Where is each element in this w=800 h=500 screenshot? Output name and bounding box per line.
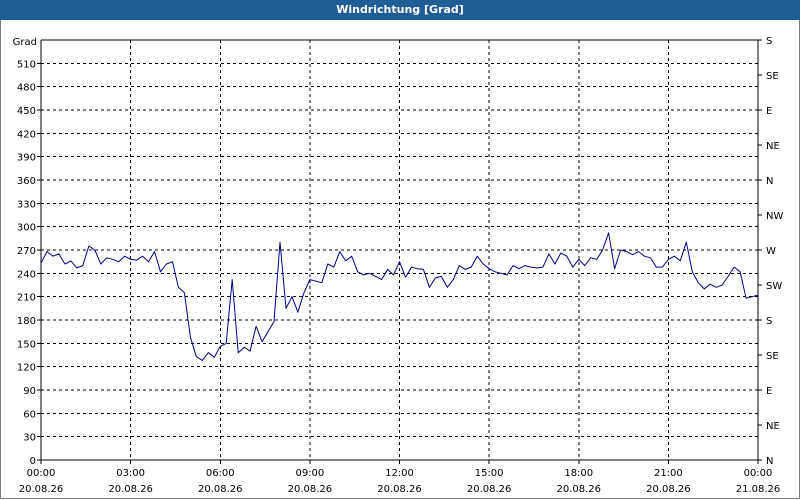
x-tick-time-label: 18:00 — [564, 468, 593, 479]
right-axis-label: SW — [766, 281, 782, 292]
wind-direction-chart: 0 30 60 90 120 150 180 210 240 270 300 330 360 390 420… — [13, 36, 784, 495]
y-tick-label: 360 — [17, 176, 36, 187]
right-axis-label: N — [766, 456, 773, 467]
chart-frame: 0 30 60 90 120 150 180 210 240 270 300 330 360 390 420… — [0, 20, 800, 499]
y-tick-label: 390 — [17, 153, 36, 164]
y-tick-label: 330 — [17, 199, 36, 210]
y-tick-label: 450 — [17, 106, 36, 117]
y-axis-title: Grad — [13, 37, 37, 48]
y-tick-label: 240 — [17, 269, 36, 280]
y-tick-label: 510 — [17, 59, 36, 70]
x-tick-date-label: 20.08.26 — [467, 484, 512, 495]
x-tick-date-label: 20.08.26 — [646, 484, 691, 495]
right-axis-label: E — [766, 386, 772, 397]
y-tick-label: 270 — [17, 246, 36, 257]
x-tick-date-label: 20.08.26 — [198, 484, 243, 495]
y-tick-label: 420 — [17, 129, 36, 140]
right-axis-label: NE — [766, 421, 780, 432]
x-tick-date-label: 20.08.26 — [19, 484, 64, 495]
right-axis-label: W — [766, 246, 776, 257]
y-tick-label: 60 — [23, 409, 36, 420]
y-tick-label: 480 — [17, 83, 36, 94]
y-tick-label: 150 — [17, 339, 36, 350]
x-tick-date-label: 21.08.26 — [736, 484, 781, 495]
right-axis-label: SE — [766, 71, 779, 82]
y-tick-label: 300 — [17, 223, 36, 234]
y-tick-label: 180 — [17, 316, 36, 327]
y-tick-label: 30 — [23, 433, 36, 444]
x-tick-time-label: 15:00 — [475, 468, 504, 479]
x-tick-date-label: 20.08.26 — [556, 484, 601, 495]
x-tick-time-label: 00:00 — [744, 468, 773, 479]
x-tick-time-label: 09:00 — [295, 468, 324, 479]
x-tick-time-label: 06:00 — [206, 468, 235, 479]
right-axis-label: NW — [766, 211, 783, 222]
x-tick-time-label: 21:00 — [654, 468, 683, 479]
right-axis-label: E — [766, 106, 772, 117]
right-axis-label: SE — [766, 351, 779, 362]
right-axis-label: N — [766, 176, 773, 187]
x-tick-time-label: 03:00 — [116, 468, 145, 479]
x-tick-date-label: 20.08.26 — [288, 484, 333, 495]
x-tick-time-label: 12:00 — [385, 468, 414, 479]
y-tick-label: 90 — [23, 386, 36, 397]
y-tick-label: 210 — [17, 293, 36, 304]
y-tick-label: 0 — [30, 456, 36, 467]
right-axis-label: NE — [766, 141, 780, 152]
x-tick-time-label: 00:00 — [27, 468, 56, 479]
right-axis-label: S — [766, 316, 772, 327]
x-tick-date-label: 20.08.26 — [377, 484, 422, 495]
chart-title: Windrichtung [Grad] — [0, 0, 800, 20]
x-tick-date-label: 20.08.26 — [108, 484, 153, 495]
y-tick-label: 120 — [17, 363, 36, 374]
right-axis-label: S — [766, 36, 772, 47]
